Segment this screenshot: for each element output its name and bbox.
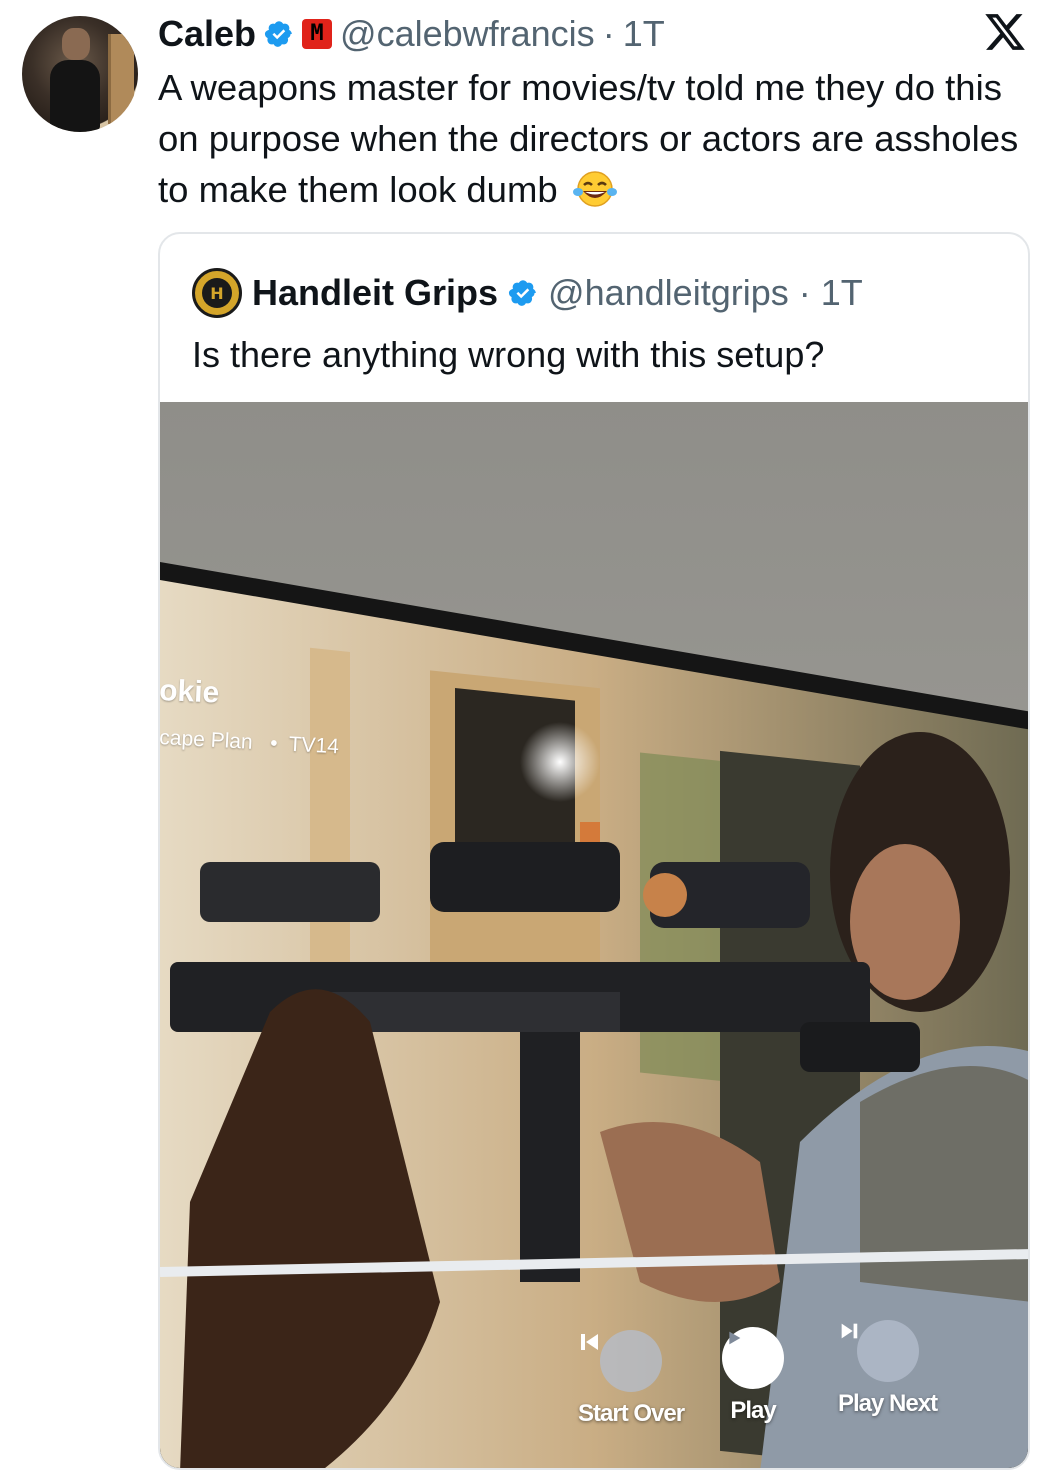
avatar-background	[108, 34, 134, 124]
quoted-author-name[interactable]: Handleit Grips	[252, 272, 498, 314]
separator-dot: ·	[798, 272, 811, 313]
tweet-text: A weapons master for movies/tv told me t…	[158, 62, 1038, 215]
tv-show-title: okie	[160, 674, 220, 710]
avatar-figure	[50, 60, 100, 132]
tweet-time[interactable]: 1T	[623, 13, 665, 55]
control-label: Play Next	[838, 1390, 938, 1417]
author-avatar[interactable]	[22, 16, 138, 132]
rating-dot: •	[269, 731, 279, 756]
tweet-media-photo[interactable]: okie cape Plan • TV14 Start Over Play Pl…	[160, 402, 1028, 1468]
verified-badge-icon	[264, 21, 292, 47]
brand-badge-icon: M	[302, 19, 333, 49]
quoted-tweet-card[interactable]: H Handleit Grips @handleitgrips · 1T Is …	[158, 232, 1030, 1470]
tv-episode-name: cape Plan	[160, 726, 254, 754]
quoted-tweet-text: Is there anything wrong with this setup?	[192, 334, 825, 375]
tv-photo-illustration	[160, 402, 1028, 1468]
tv-rating: TV14	[288, 732, 340, 759]
verified-badge-icon	[508, 280, 536, 306]
play-icon	[722, 1327, 784, 1389]
quoted-tweet-time[interactable]: 1T	[821, 272, 863, 314]
play-control[interactable]: Play	[722, 1327, 784, 1425]
skip-next-icon	[841, 1320, 919, 1382]
laughing-tears-emoji-icon	[572, 171, 617, 207]
skip-back-icon	[581, 1330, 663, 1392]
quoted-author-avatar[interactable]: H	[192, 268, 242, 318]
x-logo-icon[interactable]	[982, 10, 1028, 54]
avatar-logo: H	[202, 278, 232, 308]
avatar-head	[62, 28, 90, 60]
control-label: Start Over	[578, 1400, 685, 1427]
control-label: Play	[730, 1397, 776, 1424]
author-handle[interactable]: @calebwfrancis	[340, 13, 595, 55]
tweet-header: Caleb M @calebwfrancis · 1T	[158, 12, 665, 56]
play-next-control[interactable]: Play Next	[838, 1320, 938, 1418]
author-name[interactable]: Caleb	[158, 13, 256, 55]
quoted-author-handle[interactable]: @handleitgrips	[548, 272, 789, 314]
separator-dot: ·	[602, 13, 615, 54]
quoted-tweet-header: H Handleit Grips @handleitgrips · 1T	[192, 268, 863, 318]
start-over-control[interactable]: Start Over	[578, 1330, 685, 1428]
